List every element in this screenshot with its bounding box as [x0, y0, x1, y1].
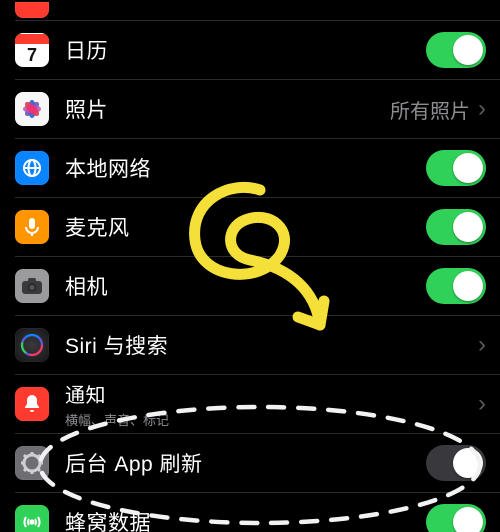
row-siri-search[interactable]: Siri 与搜索 ›	[15, 316, 500, 375]
chevron-right-icon: ›	[478, 333, 486, 357]
row-camera[interactable]: 相机	[15, 257, 500, 316]
notifications-icon	[15, 387, 49, 421]
row-label: 日历	[65, 35, 426, 65]
row-label: 相机	[65, 271, 426, 301]
row-background-refresh[interactable]: 后台 App 刷新	[15, 434, 500, 493]
background-refresh-toggle[interactable]	[426, 445, 486, 481]
camera-toggle[interactable]	[426, 268, 486, 304]
row-cellular-data[interactable]: 蜂窝数据	[15, 493, 500, 532]
local-network-icon	[15, 151, 49, 185]
chevron-right-icon: ›	[478, 392, 486, 416]
row-photos[interactable]: 照片 所有照片 ›	[15, 80, 500, 139]
row-label: 蜂窝数据	[65, 507, 426, 532]
chevron-right-icon: ›	[478, 97, 486, 121]
photos-icon	[15, 92, 49, 126]
row-label: Siri 与搜索	[65, 330, 476, 360]
camera-icon	[15, 269, 49, 303]
cellular-icon	[15, 505, 49, 532]
row-notifications[interactable]: 通知 横幅、声音、标记 ›	[15, 375, 500, 434]
gear-icon	[15, 446, 49, 480]
calendar-icon: 7	[15, 33, 49, 67]
row-calendar[interactable]: 7 日历	[15, 21, 500, 80]
row-sublabel: 横幅、声音、标记	[65, 410, 476, 429]
row-label: 麦克风	[65, 212, 426, 242]
row-cutoff-top[interactable]	[15, 0, 500, 21]
settings-app-permissions-screen: 7 日历	[0, 0, 500, 532]
unknown-icon	[15, 2, 49, 18]
photos-value: 所有照片	[390, 95, 470, 124]
row-label: 照片	[65, 94, 390, 124]
calendar-toggle[interactable]	[426, 32, 486, 68]
row-label: 本地网络	[65, 153, 426, 183]
row-label: 后台 App 刷新	[65, 448, 426, 478]
microphone-toggle[interactable]	[426, 209, 486, 245]
row-microphone[interactable]: 麦克风	[15, 198, 500, 257]
siri-icon	[15, 328, 49, 362]
row-local-network[interactable]: 本地网络	[15, 139, 500, 198]
row-label: 通知	[65, 379, 476, 408]
microphone-icon	[15, 210, 49, 244]
settings-list: 7 日历	[15, 0, 500, 532]
local-network-toggle[interactable]	[426, 150, 486, 186]
cellular-toggle[interactable]	[426, 504, 486, 532]
